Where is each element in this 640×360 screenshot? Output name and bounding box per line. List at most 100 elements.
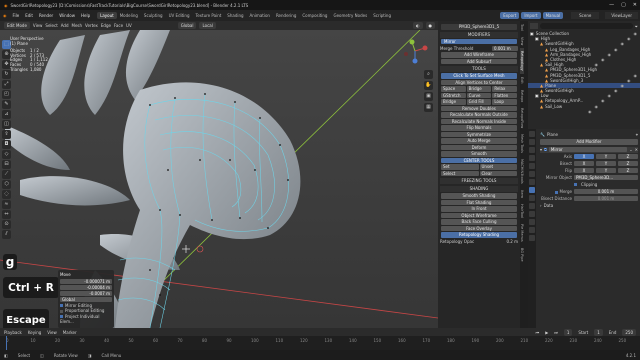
header-menu-vertex[interactable]: Vertex xyxy=(85,23,98,28)
data-subpanel[interactable]: › Data xyxy=(540,203,638,209)
visibility-eye-icon[interactable]: ◉ xyxy=(588,109,592,114)
outliner-row[interactable]: ▲ Sail_Low ◉ xyxy=(528,104,640,114)
project-individual-checkbox[interactable]: Project Individual Elem... xyxy=(60,314,112,325)
bisect-z-toggle[interactable]: Z xyxy=(618,161,638,166)
orientation-selector[interactable]: Global xyxy=(177,22,197,29)
scene-selector[interactable]: Scene xyxy=(571,12,600,19)
add-cube-tool-icon[interactable]: ◫ xyxy=(2,120,11,129)
constraints-props-icon[interactable] xyxy=(529,211,535,217)
start-frame-field[interactable]: 1 xyxy=(594,328,603,336)
modifiers-section-header[interactable]: MODIFIERS xyxy=(440,31,518,38)
flip-x-toggle[interactable]: X xyxy=(574,168,594,173)
modifier-props-icon[interactable] xyxy=(529,187,535,193)
move-y-field[interactable]: -0.00004 m xyxy=(60,284,112,290)
move-x-field[interactable]: -0.000071 m xyxy=(60,278,112,284)
axis-y-toggle[interactable]: Y xyxy=(596,154,616,159)
face-overlay-toggle[interactable]: Face Overlay xyxy=(441,225,517,231)
view-layer-selector[interactable]: ViewLayer xyxy=(605,12,638,19)
menu-edit[interactable]: Edit xyxy=(22,13,36,18)
play-icon[interactable]: ▶ xyxy=(545,330,548,335)
visibility-eye-icon[interactable]: ◉ xyxy=(601,57,605,62)
texture-props-icon[interactable] xyxy=(529,235,535,241)
visibility-eye-icon[interactable]: ◉ xyxy=(601,98,605,103)
merge-field[interactable]: 0.001 m xyxy=(574,189,638,194)
workspace-tab-texture-paint[interactable]: Texture Paint xyxy=(192,12,224,19)
bisect-x-toggle[interactable]: X xyxy=(574,161,594,166)
set-surface-button[interactable]: Click To Set Surface Mesh xyxy=(441,73,517,79)
timeline-menu-view[interactable]: View xyxy=(47,330,57,335)
visibility-eye-icon[interactable]: ◉ xyxy=(595,104,599,109)
tab-item[interactable]: Item xyxy=(520,187,524,201)
material-props-icon[interactable] xyxy=(529,227,535,233)
grid-fill-button[interactable]: Grid Fill xyxy=(466,99,492,105)
shading-section-header[interactable]: SHADING xyxy=(440,186,518,192)
jump-end-icon[interactable]: ⏭ xyxy=(554,330,558,335)
header-menu-mesh[interactable]: Mesh xyxy=(72,23,83,28)
tools-section-header[interactable]: TOOLS xyxy=(440,66,518,72)
visibility-eye-icon[interactable]: ◉ xyxy=(627,36,631,41)
header-menu-uv[interactable]: UV xyxy=(126,23,132,28)
view-layer-props-icon[interactable] xyxy=(529,155,535,161)
extrude-tool-icon[interactable]: ⇪ xyxy=(2,130,11,139)
gstretch-button[interactable]: GStretch xyxy=(441,92,466,98)
center-select-button[interactable]: Select xyxy=(441,170,479,176)
menu-window[interactable]: Window xyxy=(56,13,78,18)
visibility-eye-icon[interactable]: ◉ xyxy=(634,31,638,36)
visibility-eye-icon[interactable]: ◉ xyxy=(621,41,625,46)
close-button[interactable]: ✕ xyxy=(633,2,637,8)
relax-button[interactable]: Relax xyxy=(492,86,517,92)
shading-icon[interactable]: ● xyxy=(425,22,435,29)
tab-tool[interactable]: Tool xyxy=(520,21,524,34)
scale-tool-icon[interactable]: ⤢ xyxy=(2,80,11,89)
spin-tool-icon[interactable]: ◌ xyxy=(2,190,11,199)
edge-slide-tool-icon[interactable]: ⇔ xyxy=(2,210,11,219)
mirror-toggle[interactable]: Mirror xyxy=(441,38,517,44)
particles-props-icon[interactable] xyxy=(529,195,535,201)
visibility-eye-icon[interactable]: ◉ xyxy=(608,52,612,57)
tab-pie-menus[interactable]: Pie Menus xyxy=(520,221,524,245)
loop-cut-tool-icon[interactable]: ⊟ xyxy=(2,160,11,169)
workspace-tab-animation[interactable]: Animation xyxy=(247,12,273,19)
timeline-menu-playback[interactable]: Playback xyxy=(4,330,22,335)
overlay-icon[interactable]: ◐ xyxy=(413,22,423,29)
recalc-normals-inside-button[interactable]: Recalculate Normals Inside xyxy=(441,118,517,124)
manual-button[interactable]: Manual xyxy=(542,12,564,19)
workspace-tab-uv-editing[interactable]: UV Editing xyxy=(166,12,193,19)
jump-start-icon[interactable]: ⏮ xyxy=(536,330,540,335)
bevel-tool-icon[interactable]: ◇ xyxy=(2,150,11,159)
pan-hand-icon[interactable]: ✋ xyxy=(424,81,433,90)
modifier-name-field[interactable]: Mirror xyxy=(548,147,628,152)
bridge-edge-button[interactable]: Bridge xyxy=(441,99,466,105)
symmetrize-button[interactable]: Symmetrize xyxy=(441,131,517,137)
header-menu-edge[interactable]: Edge xyxy=(101,23,111,28)
merge-threshold-field[interactable]: 0.001 m xyxy=(492,45,518,51)
add-modifier-button[interactable]: Add Modifier xyxy=(540,139,638,145)
visibility-eye-icon[interactable]: ◉ xyxy=(621,83,625,88)
pin-icon[interactable]: ⌖ xyxy=(636,132,638,137)
outliner-editor-icon[interactable] xyxy=(530,23,538,29)
workspace-tab-modeling[interactable]: Modeling xyxy=(117,12,141,19)
freezing-tools-header[interactable]: FREEZING TOOLS xyxy=(440,178,518,184)
render-props-icon[interactable] xyxy=(529,139,535,145)
remove-doubles-button[interactable]: Remove Doubles xyxy=(441,105,517,111)
flatten-button[interactable]: Flatten xyxy=(492,92,517,98)
maximize-button[interactable]: ▢ xyxy=(621,2,626,8)
timeline-menu-marker[interactable]: Marker xyxy=(63,330,77,335)
world-props-icon[interactable] xyxy=(529,171,535,177)
axis-x-toggle[interactable]: X xyxy=(574,154,594,159)
curve-button[interactable]: Curve xyxy=(466,92,492,98)
flip-z-toggle[interactable]: Z xyxy=(618,168,638,173)
tab-retopology[interactable]: Retopology xyxy=(520,48,524,74)
tab-edit[interactable]: Edit xyxy=(520,74,524,87)
workspace-tab-rendering[interactable]: Rendering xyxy=(273,12,299,19)
knife-tool-icon[interactable]: ⟋ xyxy=(2,170,11,179)
minimize-button[interactable]: — xyxy=(609,2,614,8)
output-props-icon[interactable] xyxy=(529,147,535,153)
measure-tool-icon[interactable]: ⊿ xyxy=(2,110,11,119)
data-props-icon[interactable] xyxy=(529,219,535,225)
add-wireframe-button[interactable]: Add Wireframe xyxy=(441,52,517,58)
modifier-menu-icon[interactable]: ⌄ xyxy=(629,147,632,152)
flat-shading-toggle[interactable]: Flat Shading xyxy=(441,199,517,205)
current-frame-field[interactable]: 1 xyxy=(563,328,573,336)
export-button[interactable]: Export xyxy=(500,12,520,19)
